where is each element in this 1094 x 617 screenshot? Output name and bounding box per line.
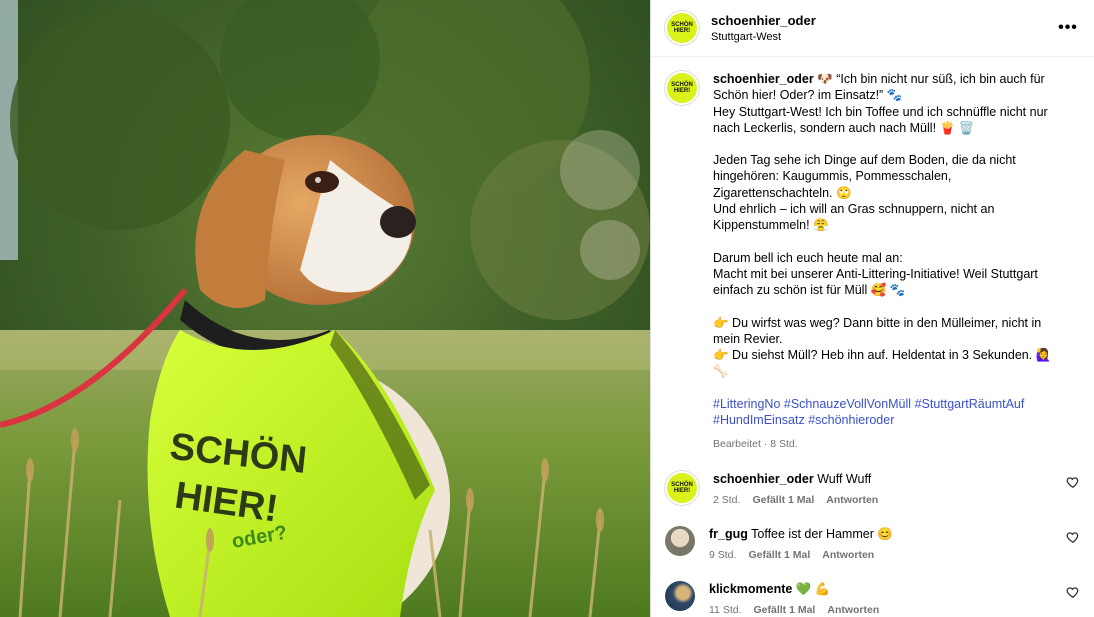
comment-item: klickmomente 💚 💪 11 Std. Gefällt 1 Mal A… [665,580,1080,616]
hashtag-link[interactable]: #HundImEinsatz [713,413,805,427]
comment-username[interactable]: fr_gug [709,527,748,541]
heart-icon[interactable] [1066,475,1080,489]
commenter-avatar[interactable] [665,580,695,611]
caption-line-7: 👉 Du wirfst was weg? Dann bitte in den M… [713,315,1045,346]
reply-button[interactable]: Antworten [827,604,879,616]
comment-time[interactable]: 11 Std. [709,604,742,616]
header-username[interactable]: schoenhier_oder [711,13,1056,28]
caption-line-8: 👉 Du siehst Müll? Heb ihn auf. Heldentat… [713,348,1055,379]
caption-line-1: schoenhier_oder 🐶 “Ich bin nicht nur süß… [713,72,1049,103]
more-options-icon[interactable]: ••• [1056,16,1080,40]
caption-username[interactable]: schoenhier_oder [713,72,814,86]
caption-avatar[interactable]: SCHÖN HIER! [665,71,699,105]
comment-likes[interactable]: Gefällt 1 Mal [748,549,810,561]
logo-text: SCHÖN HIER! [671,82,693,94]
caption-line-5: Darum bell ich euch heute mal an: [713,250,903,265]
dog-photo-image: SCHÖN HIER! oder? [0,0,650,617]
reply-button[interactable]: Antworten [822,549,874,561]
header-location[interactable]: Stuttgart-West [711,31,1056,43]
caption-line-4: Und ehrlich – ich will an Gras schnupper… [713,202,998,233]
caption-line-3: Jeden Tag sehe ich Dinge auf dem Boden, … [713,153,1020,200]
account-avatar[interactable]: SCHÖN HIER! [665,11,699,45]
commenter-avatar[interactable] [665,525,695,556]
post-photo[interactable]: SCHÖN HIER! oder? [0,0,650,617]
comment-username[interactable]: schoenhier_oder [713,472,814,486]
comments-scroll-area[interactable]: SCHÖN HIER! schoenhier_oder 🐶 “Ich bin n… [651,57,1094,617]
caption: SCHÖN HIER! schoenhier_oder 🐶 “Ich bin n… [665,71,1080,453]
post-sidebar: SCHÖN HIER! schoenhier_oder Stuttgart-We… [650,0,1094,617]
logo-text: SCHÖN HIER! [671,22,693,34]
caption-line-6: Macht mit bei unserer Anti-Littering-Ini… [713,266,1042,298]
reply-button[interactable]: Antworten [826,494,878,506]
logo-text: SCHÖN HIER! [671,481,693,494]
hashtag-link[interactable]: #schönhieroder [808,413,894,427]
heart-icon[interactable] [1066,585,1080,599]
heart-icon[interactable] [1066,530,1080,544]
hashtag-link[interactable]: #LitteringNo [713,397,780,411]
comment-username[interactable]: klickmomente [709,582,792,596]
comment-text: Wuff Wuff [813,471,872,486]
comment-likes[interactable]: Gefällt 1 Mal [754,604,816,616]
comment-text: Toffee ist der Hammer 😊 [747,526,893,541]
caption-line-2: Hey Stuttgart-West! Ich bin Toffee und i… [713,104,1052,135]
comment-item: fr_gug Toffee ist der Hammer 😊 9 Std. Ge… [665,525,1080,561]
hashtag-link[interactable]: #SchnauzeVollVonMüll [784,397,911,411]
comment-item: SCHÖN HIER! schoenhier_oder Wuff Wuff 2 … [665,470,1080,506]
post-header: SCHÖN HIER! schoenhier_oder Stuttgart-We… [651,0,1094,57]
comment-likes[interactable]: Gefällt 1 Mal [752,494,814,506]
comment-text: 💚 💪 [792,581,831,596]
caption-meta: Bearbeitet · 8 Std. [713,438,798,451]
comment-time[interactable]: 2 Std. [713,494,740,506]
commenter-avatar[interactable]: SCHÖN HIER! [665,470,699,505]
hashtag-link[interactable]: #StuttgartRäumtAuf [915,397,1025,411]
hashtags: #LitteringNo #SchnauzeVollVonMüll #Stutt… [713,396,1065,429]
comment-time[interactable]: 9 Std. [709,549,736,561]
